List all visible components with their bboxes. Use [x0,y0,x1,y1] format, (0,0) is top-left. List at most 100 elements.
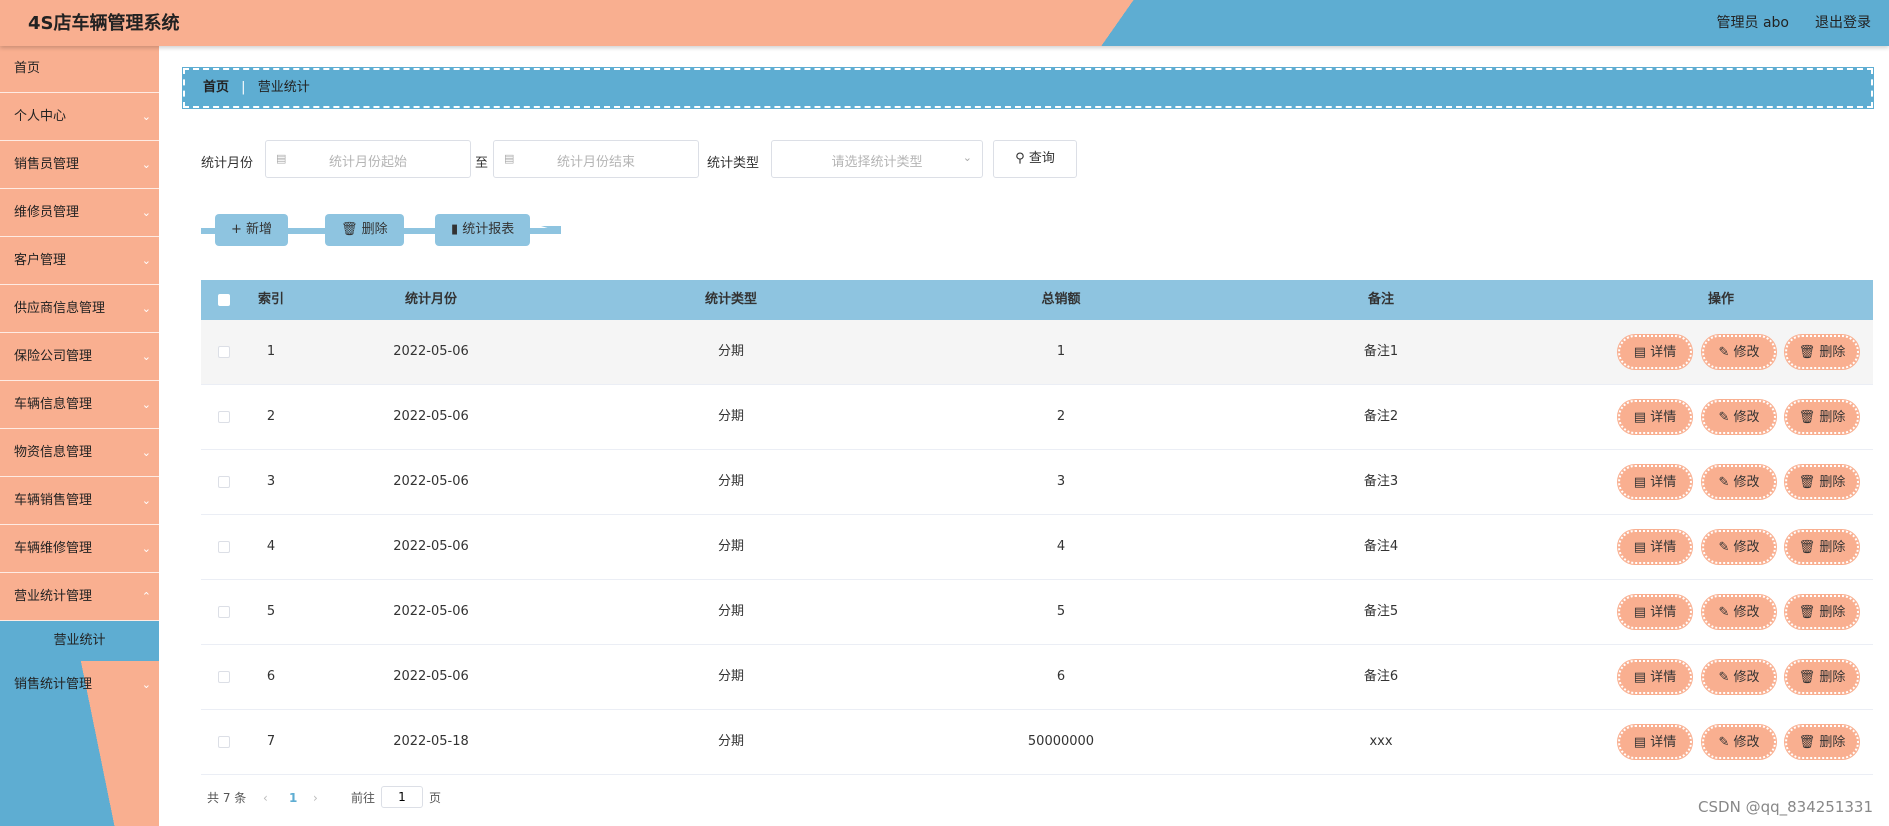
sidebar-item-materials[interactable]: 物资信息管理 ⌄ [0,429,159,477]
row-checkbox[interactable] [218,476,230,488]
trash-icon: 🗑 [1798,735,1816,750]
detail-button[interactable]: ▤ 详情 [1617,724,1693,760]
delete-button-label: 删除 [1819,605,1846,620]
month-end-placeholder: 统计月份结束 [556,155,635,170]
trash-icon: 🗑 [341,222,358,237]
page-number-current[interactable]: 1 [289,786,297,810]
row-checkbox[interactable] [218,736,230,748]
cell-month: 2022-05-18 [393,734,469,749]
table-row: 3 2022-05-06 分期 3 备注3 ▤ 详情 ✎ 修改 🗑 删除 [201,450,1873,515]
detail-button[interactable]: ▤ 详情 [1617,399,1693,435]
sidebar: 首页 个人中心 ⌄ 销售员管理 ⌄ 维修员管理 ⌄ 客户管理 ⌄ 供应商信息管理… [0,46,159,826]
breadcrumb-current: 营业统计 [257,80,310,95]
detail-button[interactable]: ▤ 详情 [1617,334,1693,370]
month-start-picker[interactable]: ▤ 统计月份起始 [265,140,471,178]
month-end-picker[interactable]: ▤ 统计月份结束 [493,140,699,178]
add-button[interactable]: + 新增 [215,214,289,246]
pencil-icon: ✎ [1718,475,1730,490]
select-all-checkbox[interactable] [218,294,230,306]
edit-button-label: 修改 [1733,605,1760,620]
detail-button-label: 详情 [1650,410,1677,425]
detail-button[interactable]: ▤ 详情 [1617,464,1693,500]
row-checkbox[interactable] [218,346,230,358]
row-checkbox[interactable] [218,606,230,618]
row-checkbox[interactable] [218,671,230,683]
edit-button[interactable]: ✎ 修改 [1701,334,1777,370]
table-row: 1 2022-05-06 分期 1 备注1 ▤ 详情 ✎ 修改 🗑 删除 [201,320,1873,385]
pencil-icon: ✎ [1718,670,1730,685]
delete-button-label: 删除 [1819,670,1846,685]
stats-table: 索引 统计月份 统计类型 总销额 备注 操作 1 2022-05-06 分期 1… [201,280,1873,775]
sidebar-item-vehicle-repair[interactable]: 车辆维修管理 ⌄ [0,525,159,573]
cell-type: 分期 [717,734,744,749]
delete-button[interactable]: 🗑 删除 [1784,399,1860,435]
detail-button-label: 详情 [1650,605,1677,620]
edit-button[interactable]: ✎ 修改 [1701,659,1777,695]
delete-button[interactable]: 🗑 删除 [1784,659,1860,695]
goto-page-input[interactable] [381,786,423,808]
cell-type: 分期 [717,539,744,554]
sidebar-item-label: 销售统计管理 [14,677,93,692]
delete-button[interactable]: 🗑 删除 [1784,464,1860,500]
type-select[interactable]: 请选择统计类型 ⌄ [771,140,983,178]
sidebar-item-personal-center[interactable]: 个人中心 ⌄ [0,93,159,141]
batch-delete-button[interactable]: 🗑 删除 [325,214,404,246]
watermark: CSDN @qq_834251331 [1698,798,1873,816]
sidebar-item-business-stats[interactable]: 营业统计管理 ⌃ [0,573,159,621]
delete-button[interactable]: 🗑 删除 [1784,724,1860,760]
sidebar-item-vehicle-info[interactable]: 车辆信息管理 ⌄ [0,381,159,429]
sidebar-item-customer[interactable]: 客户管理 ⌄ [0,237,159,285]
query-button[interactable]: ⚲ 查询 [993,140,1077,178]
top-header: 4S店车辆管理系统 管理员 abo 退出登录 [0,0,1889,46]
sidebar-item-home[interactable]: 首页 [0,46,159,93]
table-row: 5 2022-05-06 分期 5 备注5 ▤ 详情 ✎ 修改 🗑 删除 [201,580,1873,645]
row-checkbox[interactable] [218,541,230,553]
edit-button[interactable]: ✎ 修改 [1701,399,1777,435]
delete-button[interactable]: 🗑 删除 [1784,594,1860,630]
sidebar-item-salesperson[interactable]: 销售员管理 ⌄ [0,141,159,189]
edit-button[interactable]: ✎ 修改 [1701,594,1777,630]
page-suffix: 页 [429,791,442,805]
cell-index: 6 [266,669,276,684]
delete-button[interactable]: 🗑 删除 [1784,529,1860,565]
sidebar-item-repairman[interactable]: 维修员管理 ⌄ [0,189,159,237]
breadcrumb-home[interactable]: 首页 [203,80,229,95]
pencil-icon: ✎ [1718,345,1730,360]
detail-button[interactable]: ▤ 详情 [1617,529,1693,565]
sidebar-item-vehicle-sales[interactable]: 车辆销售管理 ⌄ [0,477,159,525]
edit-button[interactable]: ✎ 修改 [1701,529,1777,565]
month-label: 统计月份 [201,156,254,171]
chevron-down-icon: ⌄ [141,398,151,411]
table-row: 7 2022-05-18 分期 50000000 xxx ▤ 详情 ✎ 修改 🗑… [201,710,1873,775]
cell-type: 分期 [717,669,744,684]
document-icon: ▤ [1633,735,1647,750]
app-title: 4S店车辆管理系统 [28,13,180,34]
trash-icon: 🗑 [1798,605,1816,620]
breadcrumb-separator: | [241,80,246,95]
sidebar-item-insurance[interactable]: 保险公司管理 ⌄ [0,333,159,381]
sidebar-item-label: 营业统计管理 [14,589,93,604]
stats-report-button[interactable]: ▮ 统计报表 [435,214,531,246]
cell-total: 5 [1056,604,1066,619]
cell-month: 2022-05-06 [393,474,469,489]
cell-month: 2022-05-06 [393,539,469,554]
col-index: 索引 [257,292,284,307]
chevron-right-icon[interactable]: › [313,786,318,810]
edit-button-label: 修改 [1733,735,1760,750]
edit-button[interactable]: ✎ 修改 [1701,464,1777,500]
detail-button-label: 详情 [1650,735,1677,750]
detail-button[interactable]: ▤ 详情 [1617,594,1693,630]
pencil-icon: ✎ [1718,540,1730,555]
sidebar-subitem-business-stat[interactable]: 营业统计 [0,621,159,661]
logout-link[interactable]: 退出登录 [1815,12,1871,32]
document-icon: ▤ [1633,475,1647,490]
delete-button[interactable]: 🗑 删除 [1784,334,1860,370]
chevron-left-icon[interactable]: ‹ [263,786,268,810]
sidebar-item-supplier[interactable]: 供应商信息管理 ⌄ [0,285,159,333]
sidebar-item-sales-stats[interactable]: 销售统计管理 ⌄ [0,661,159,708]
row-checkbox[interactable] [218,411,230,423]
trash-icon: 🗑 [1798,475,1816,490]
cell-note: 备注5 [1363,604,1399,619]
edit-button[interactable]: ✎ 修改 [1701,724,1777,760]
detail-button[interactable]: ▤ 详情 [1617,659,1693,695]
